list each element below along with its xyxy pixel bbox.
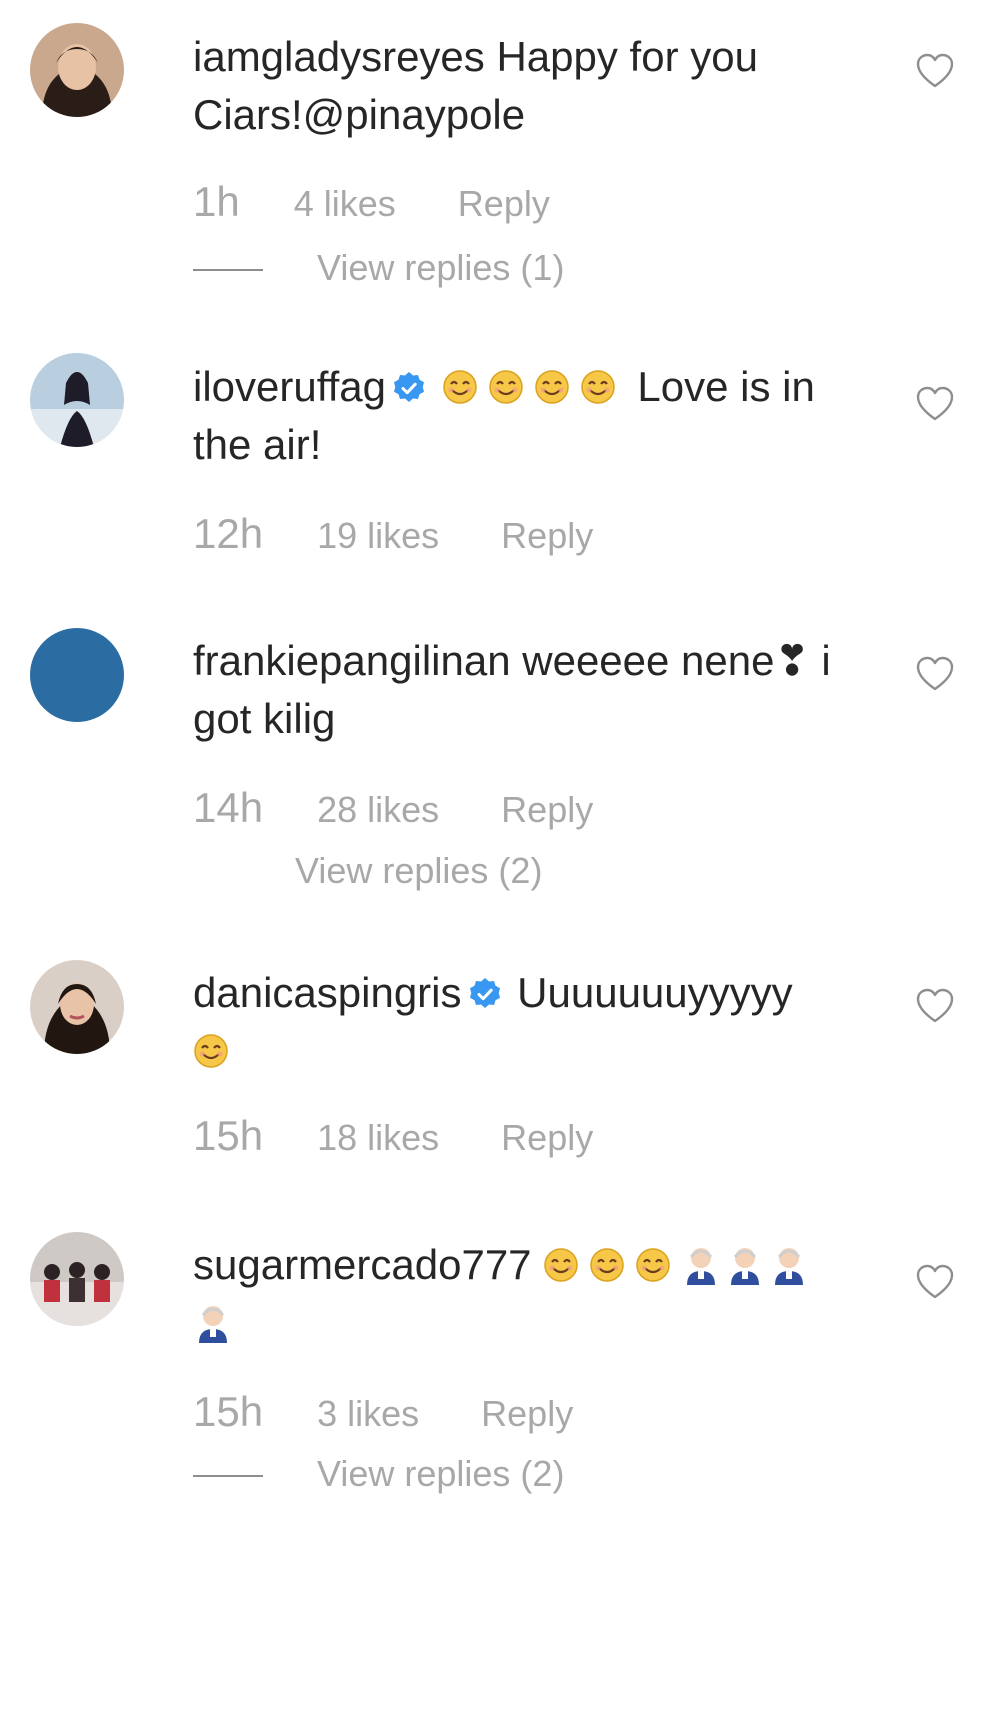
smiling-face-emoji xyxy=(488,369,524,405)
smiling-face-emoji xyxy=(589,1247,625,1283)
old-couple-emoji xyxy=(681,1245,721,1285)
avatar[interactable] xyxy=(30,23,124,117)
like-heart-icon[interactable] xyxy=(914,1261,956,1303)
comment-body: frankiepangilinan weeeee nene❣ i got kil… xyxy=(193,632,863,748)
smiling-face-emoji xyxy=(193,1033,229,1069)
old-couple-emoji xyxy=(193,1303,233,1343)
smiling-face-emoji xyxy=(442,369,478,405)
reply-button[interactable]: Reply xyxy=(501,515,593,556)
comment-username[interactable]: sugarmercado777 xyxy=(193,1241,532,1288)
like-heart-icon[interactable] xyxy=(914,383,956,425)
replies-divider xyxy=(193,269,263,272)
old-couple-emoji xyxy=(769,1245,809,1285)
comment-meta: 15h 18 likes Reply xyxy=(193,1114,593,1160)
like-heart-icon[interactable] xyxy=(914,50,956,92)
comment-time: 15h xyxy=(193,1112,264,1159)
avatar[interactable] xyxy=(30,628,124,722)
view-replies-label[interactable]: View replies (2) xyxy=(317,1453,564,1494)
comment-time: 14h xyxy=(193,784,264,831)
reply-button[interactable]: Reply xyxy=(458,183,550,224)
smiling-face-emoji xyxy=(580,369,616,405)
reply-button[interactable]: Reply xyxy=(501,789,593,830)
like-heart-icon[interactable] xyxy=(914,985,956,1027)
replies-divider xyxy=(193,1475,263,1478)
verified-badge-icon xyxy=(392,371,426,405)
comment-likes[interactable]: 19 likes xyxy=(317,515,439,556)
comment-body: sugarmercado777 xyxy=(193,1236,863,1352)
old-couple-emoji xyxy=(725,1245,765,1285)
verified-badge-icon xyxy=(468,977,502,1011)
view-replies-label[interactable]: View replies (2) xyxy=(295,850,542,891)
comment-meta: 12h 19 likes Reply xyxy=(193,512,593,558)
comment-meta: 1h 4 likes Reply xyxy=(193,180,550,226)
comment-time: 15h xyxy=(193,1388,264,1435)
smiling-face-emoji xyxy=(635,1247,671,1283)
comment-likes[interactable]: 3 likes xyxy=(317,1393,419,1434)
smiling-face-emoji xyxy=(534,369,570,405)
view-replies[interactable]: View replies (2) xyxy=(193,1452,564,1496)
comment-likes[interactable]: 28 likes xyxy=(317,789,439,830)
comment-username[interactable]: iamgladysreyes xyxy=(193,33,485,80)
reply-button[interactable]: Reply xyxy=(481,1393,573,1434)
comment-username[interactable]: iloveruffag xyxy=(193,363,386,410)
view-replies[interactable]: View replies (1) xyxy=(193,246,564,290)
avatar[interactable] xyxy=(30,1232,124,1326)
comment-text: Uuuuuuuyyyyy xyxy=(517,969,793,1016)
reply-button[interactable]: Reply xyxy=(501,1117,593,1158)
comment-username[interactable]: frankiepangilinan xyxy=(193,637,511,684)
avatar[interactable] xyxy=(30,960,124,1054)
comment-body: danicaspingris Uuuuuuuyyyyy xyxy=(193,964,863,1080)
comment-likes[interactable]: 4 likes xyxy=(294,183,396,224)
view-replies-label[interactable]: View replies (1) xyxy=(317,247,564,288)
view-replies[interactable]: View replies (2) xyxy=(295,849,542,893)
avatar[interactable] xyxy=(30,353,124,447)
like-heart-icon[interactable] xyxy=(914,653,956,695)
comment-meta: 14h 28 likes Reply xyxy=(193,786,593,832)
comment-username[interactable]: danicaspingris xyxy=(193,969,462,1016)
comment-meta: 15h 3 likes Reply xyxy=(193,1390,573,1436)
comment-body: iloveruffag Love is in the air! xyxy=(193,358,863,474)
smiling-face-emoji xyxy=(543,1247,579,1283)
comment-time: 12h xyxy=(193,510,264,557)
comment-likes[interactable]: 18 likes xyxy=(317,1117,439,1158)
comment-time: 1h xyxy=(193,178,240,225)
comment-body: iamgladysreyes Happy for you Ciars!@pina… xyxy=(193,28,863,144)
